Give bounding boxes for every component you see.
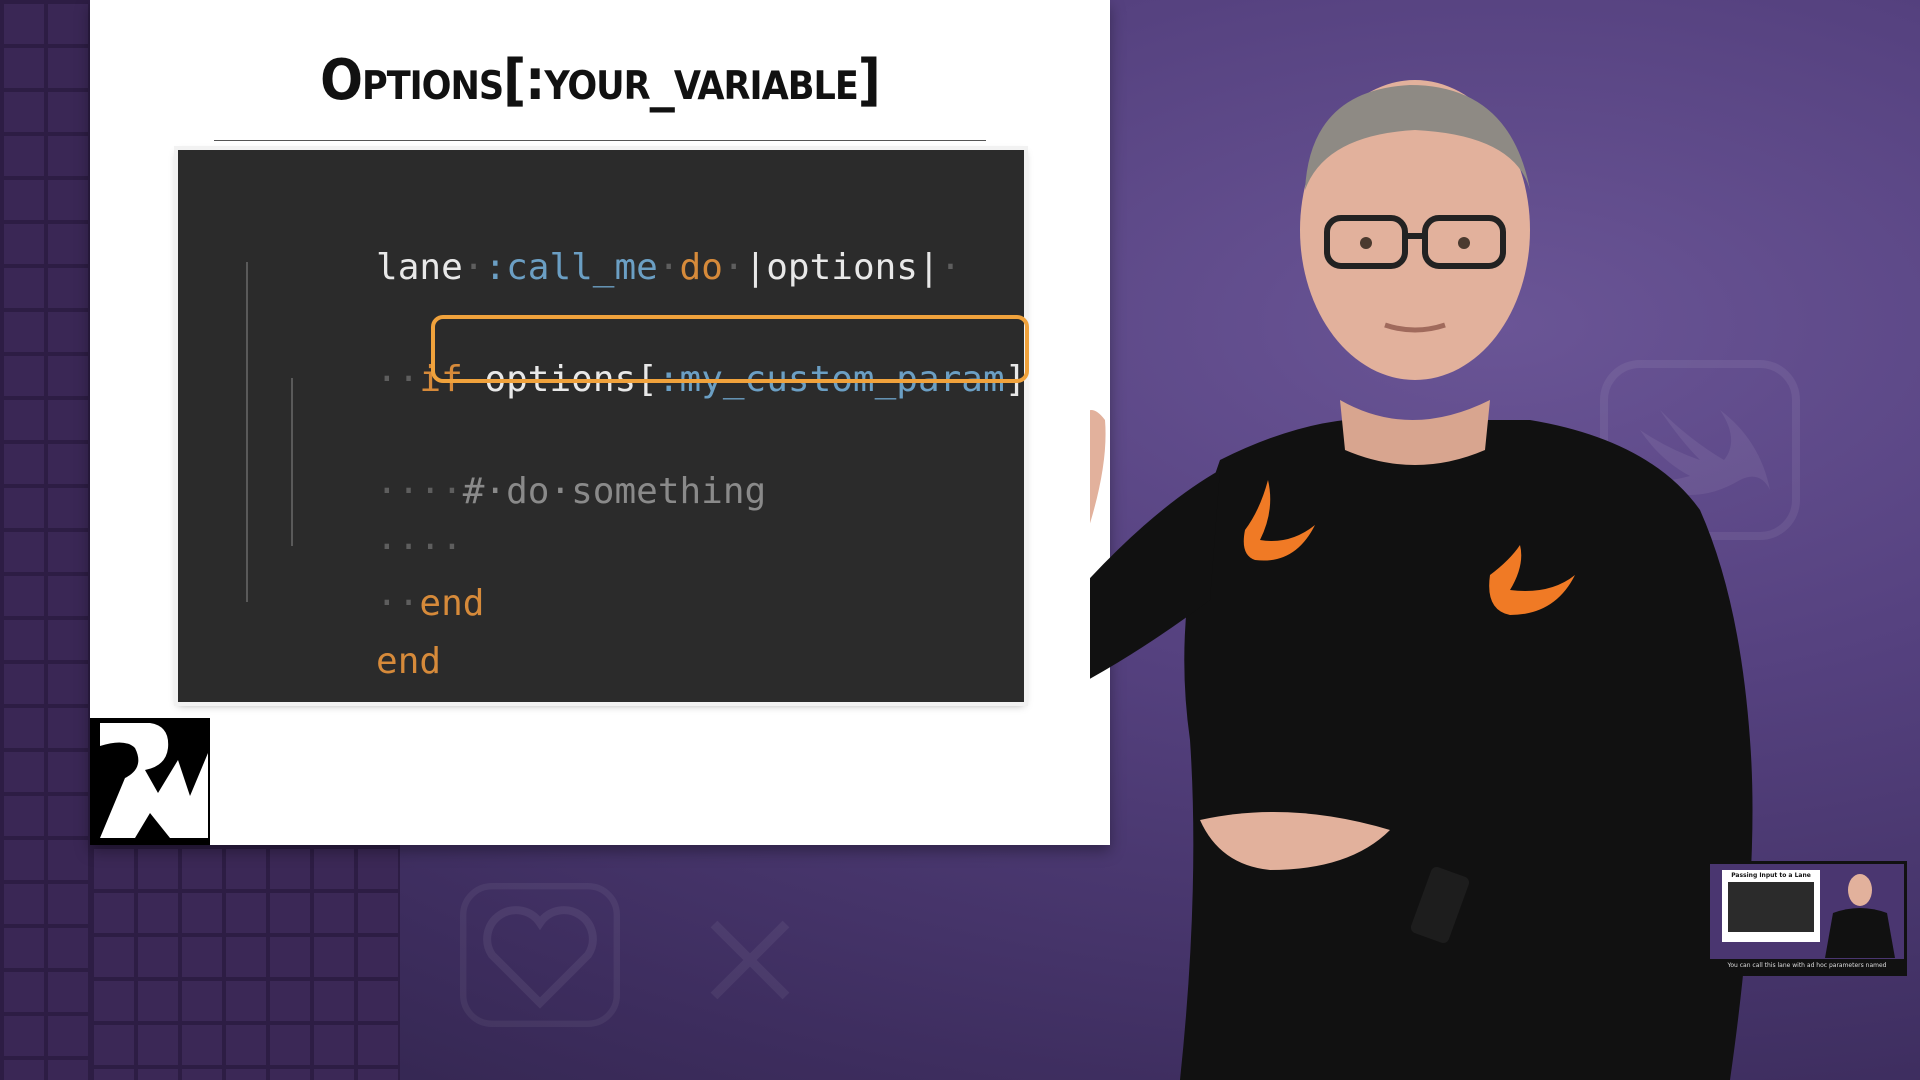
tile-pattern-left — [0, 0, 90, 1080]
tile-pattern-bottom — [90, 845, 400, 1080]
code-block: lane·:call_me·do·|options|· ··if options… — [178, 150, 1026, 702]
presentation-slide: Options[:your_variable] lane·:call_me·do… — [90, 0, 1110, 845]
pip-caption: You can call this lane with ad hoc param… — [1710, 959, 1904, 973]
code-line-6: end — [376, 641, 442, 682]
presenter — [1090, 80, 1753, 1080]
rw-logo — [90, 718, 210, 845]
pip-code-block — [1728, 882, 1814, 932]
highlight-box — [431, 315, 1029, 383]
slide-title: Options[:your_variable] — [320, 48, 881, 113]
pip-presenter — [1825, 874, 1895, 958]
heart-icon — [460, 883, 620, 1027]
pip-slide: Passing Input to a Lane — [1722, 870, 1820, 942]
tools-icon — [710, 920, 790, 1000]
pip-title: Passing Input to a Lane — [1731, 872, 1811, 879]
title-divider — [214, 140, 986, 141]
pip-thumbnail[interactable]: Passing Input to a Lane You can call thi… — [1707, 861, 1907, 976]
